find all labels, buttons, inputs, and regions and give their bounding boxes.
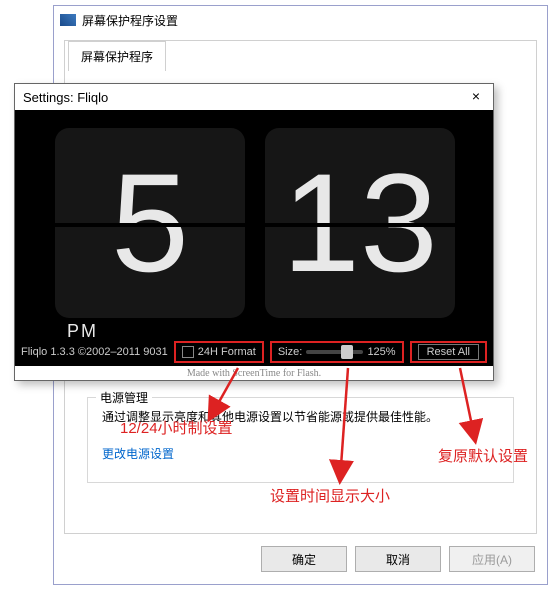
apply-button[interactable]: 应用(A)	[449, 546, 535, 572]
fliqlo-preview: 5 13 PM Fliqlo 1.3.3 ©2002–2011 9031 24H…	[15, 110, 493, 366]
reset-highlight: Reset All	[410, 341, 487, 363]
parent-titlebar: 屏幕保护程序设置	[54, 6, 547, 34]
size-value: 125%	[367, 346, 395, 358]
fliqlo-settings-window: Settings: Fliqlo × 5 13 PM Fliqlo 1.3.3 …	[14, 83, 494, 381]
dialog-button-row: 确定 取消 应用(A)	[261, 546, 535, 572]
hour-digit: 5	[55, 128, 245, 318]
format-highlight: 24H Format	[174, 341, 264, 363]
slider-thumb[interactable]	[341, 345, 353, 359]
flip-hour: 5	[55, 128, 245, 318]
ok-button[interactable]: 确定	[261, 546, 347, 572]
fliqlo-bottom-bar: Fliqlo 1.3.3 ©2002–2011 9031 24H Format …	[15, 338, 493, 366]
fliqlo-title: Settings: Fliqlo	[23, 90, 108, 105]
power-group-title: 电源管理	[96, 389, 152, 406]
format-checkbox[interactable]	[182, 346, 194, 358]
fliqlo-footer: Made with ScreenTime for Flash.	[15, 366, 493, 382]
change-power-settings-link[interactable]: 更改电源设置	[102, 445, 174, 462]
cancel-button[interactable]: 取消	[355, 546, 441, 572]
close-icon[interactable]: ×	[467, 88, 485, 106]
fliqlo-titlebar: Settings: Fliqlo ×	[15, 84, 493, 110]
minute-digit: 13	[265, 128, 455, 318]
annotation-format: 12/24小时制设置	[120, 417, 233, 438]
size-label: Size:	[278, 346, 302, 358]
tab-strip: 屏幕保护程序	[68, 40, 536, 70]
format-label: 24H Format	[198, 346, 256, 358]
parent-title: 屏幕保护程序设置	[82, 12, 178, 29]
fliqlo-version: Fliqlo 1.3.3 ©2002–2011 9031	[21, 346, 168, 358]
size-highlight: Size: 125%	[270, 341, 404, 363]
app-icon	[60, 14, 76, 26]
reset-button[interactable]: Reset All	[418, 344, 479, 360]
power-management-group: 电源管理 通过调整显示亮度和其他电源设置以节省能源或提供最佳性能。 更改电源设置	[87, 397, 514, 483]
annotation-size: 设置时间显示大小	[270, 485, 390, 506]
annotation-reset: 复原默认设置	[438, 445, 528, 466]
size-slider[interactable]	[306, 350, 363, 354]
tab-screensaver[interactable]: 屏幕保护程序	[68, 41, 166, 71]
flip-minute: 13	[265, 128, 455, 318]
